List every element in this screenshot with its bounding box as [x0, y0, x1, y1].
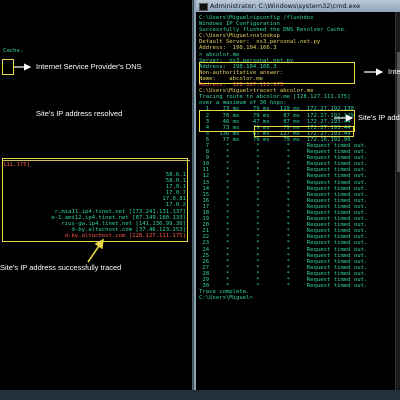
annotation-ip-traced: Site's IP address successfully traced: [0, 263, 122, 272]
taskbar: [0, 390, 400, 400]
annotation-ip-resolved: Site's IP address resolved: [36, 109, 123, 118]
annotation-isp-dns-right: Inte: [388, 67, 400, 76]
arrow-ip-traced: [87, 238, 104, 263]
annotation-arrows: [14, 63, 384, 263]
annotation-isp-dns: Internet Service Provider's DNS: [36, 62, 142, 71]
annotation-ip-resolved-right: Site's IP add: [358, 113, 400, 122]
